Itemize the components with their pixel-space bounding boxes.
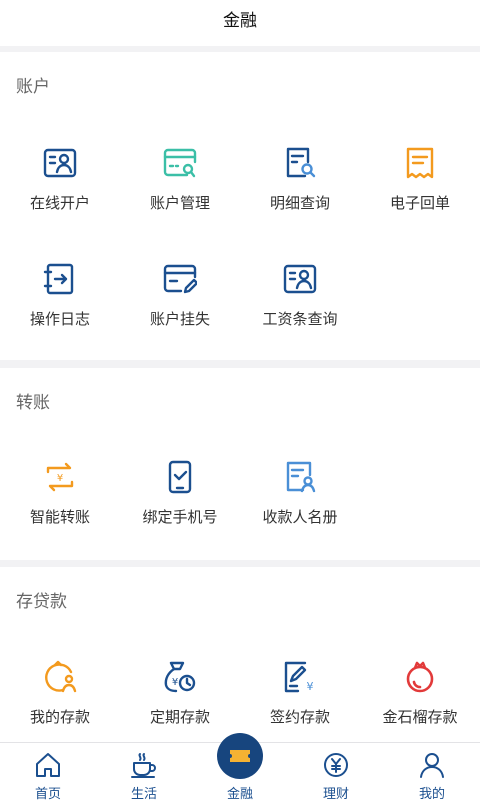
user-icon bbox=[418, 751, 446, 779]
smart-transfer-icon: ¥ bbox=[43, 460, 77, 494]
item-label: 电子回单 bbox=[389, 194, 450, 212]
sign-deposit-icon: ¥ bbox=[283, 660, 317, 694]
item-label: 我的存款 bbox=[29, 708, 90, 726]
item-account-management[interactable]: 账户管理 bbox=[120, 146, 240, 226]
tab-label: 金融 bbox=[226, 787, 253, 800]
pomegranate-icon bbox=[403, 660, 437, 694]
item-open-account[interactable]: 在线开户 bbox=[0, 146, 120, 226]
item-bind-phone[interactable]: 绑定手机号 bbox=[120, 460, 240, 540]
item-payslip-query[interactable]: 工资条查询 bbox=[240, 262, 360, 342]
item-pomegranate-deposit[interactable]: 金石榴存款 bbox=[360, 660, 480, 740]
finance-ticket-icon: ¥ bbox=[217, 733, 263, 779]
item-contract-deposit[interactable]: ¥ 签约存款 bbox=[240, 660, 360, 740]
tab-wealth[interactable]: 理财 bbox=[288, 743, 384, 800]
my-deposit-icon bbox=[43, 660, 77, 694]
item-smart-transfer[interactable]: ¥ 智能转账 bbox=[0, 460, 120, 540]
item-label: 绑定手机号 bbox=[142, 508, 218, 526]
tab-home[interactable]: 首页 bbox=[0, 743, 96, 800]
tab-finance[interactable]: ¥ 金融 bbox=[192, 733, 288, 800]
top-bar: 金融 bbox=[0, 0, 480, 46]
receipt-icon bbox=[403, 146, 437, 180]
svg-text:¥: ¥ bbox=[172, 677, 178, 688]
item-label: 签约存款 bbox=[269, 708, 330, 726]
item-label: 工资条查询 bbox=[262, 310, 338, 328]
item-label: 智能转账 bbox=[29, 508, 90, 526]
tab-mine[interactable]: 我的 bbox=[384, 743, 480, 800]
card-search-icon bbox=[163, 146, 197, 180]
section-deposit-loan: 存贷款 我的存款 ¥ 定期存款 ¥ 签约存款 金石榴存款 bbox=[0, 567, 480, 742]
section-account: 账户 在线开户 账户管理 明细查询 电子回单 操作日志 账户挂失 工资条查询 bbox=[0, 52, 480, 360]
svg-text:¥: ¥ bbox=[237, 753, 243, 763]
tab-label: 首页 bbox=[34, 787, 61, 800]
item-label: 账户管理 bbox=[149, 194, 210, 212]
item-report-loss[interactable]: 账户挂失 bbox=[120, 262, 240, 342]
item-label: 在线开户 bbox=[29, 194, 90, 212]
yuan-coin-icon bbox=[322, 751, 350, 779]
item-e-receipt[interactable]: 电子回单 bbox=[360, 146, 480, 226]
payee-list-icon bbox=[283, 460, 317, 494]
card-edit-icon bbox=[163, 262, 197, 296]
page-title: 金融 bbox=[223, 10, 257, 31]
item-label: 操作日志 bbox=[29, 310, 90, 328]
id-card-icon bbox=[43, 146, 77, 180]
bottom-tab-bar: 首页 生活 ¥ 金融 理财 我的 bbox=[0, 733, 480, 800]
item-fixed-deposit[interactable]: ¥ 定期存款 bbox=[120, 660, 240, 740]
phone-check-icon bbox=[163, 460, 197, 494]
svg-text:¥: ¥ bbox=[307, 680, 314, 693]
tab-label: 理财 bbox=[322, 787, 349, 800]
document-search-icon bbox=[283, 146, 317, 180]
item-operation-log[interactable]: 操作日志 bbox=[0, 262, 120, 342]
payslip-icon bbox=[283, 262, 317, 296]
tab-label: 生活 bbox=[130, 787, 157, 800]
item-label: 金石榴存款 bbox=[382, 708, 458, 726]
log-book-icon bbox=[43, 262, 77, 296]
section-title: 存贷款 bbox=[16, 592, 67, 612]
home-icon bbox=[34, 751, 62, 779]
item-label: 定期存款 bbox=[149, 708, 210, 726]
section-title: 转账 bbox=[16, 393, 50, 413]
section-transfer: 转账 ¥ 智能转账 绑定手机号 收款人名册 bbox=[0, 368, 480, 560]
svg-text:¥: ¥ bbox=[57, 473, 63, 484]
item-label: 账户挂失 bbox=[149, 310, 210, 328]
section-title: 账户 bbox=[16, 77, 50, 97]
item-payee-list[interactable]: 收款人名册 bbox=[240, 460, 360, 540]
item-label: 收款人名册 bbox=[262, 508, 338, 526]
money-bag-clock-icon: ¥ bbox=[163, 660, 197, 694]
item-label: 明细查询 bbox=[269, 194, 330, 212]
tab-label: 我的 bbox=[418, 787, 445, 800]
item-detail-query[interactable]: 明细查询 bbox=[240, 146, 360, 226]
item-my-deposit[interactable]: 我的存款 bbox=[0, 660, 120, 740]
tab-life[interactable]: 生活 bbox=[96, 743, 192, 800]
coffee-icon bbox=[130, 751, 158, 779]
